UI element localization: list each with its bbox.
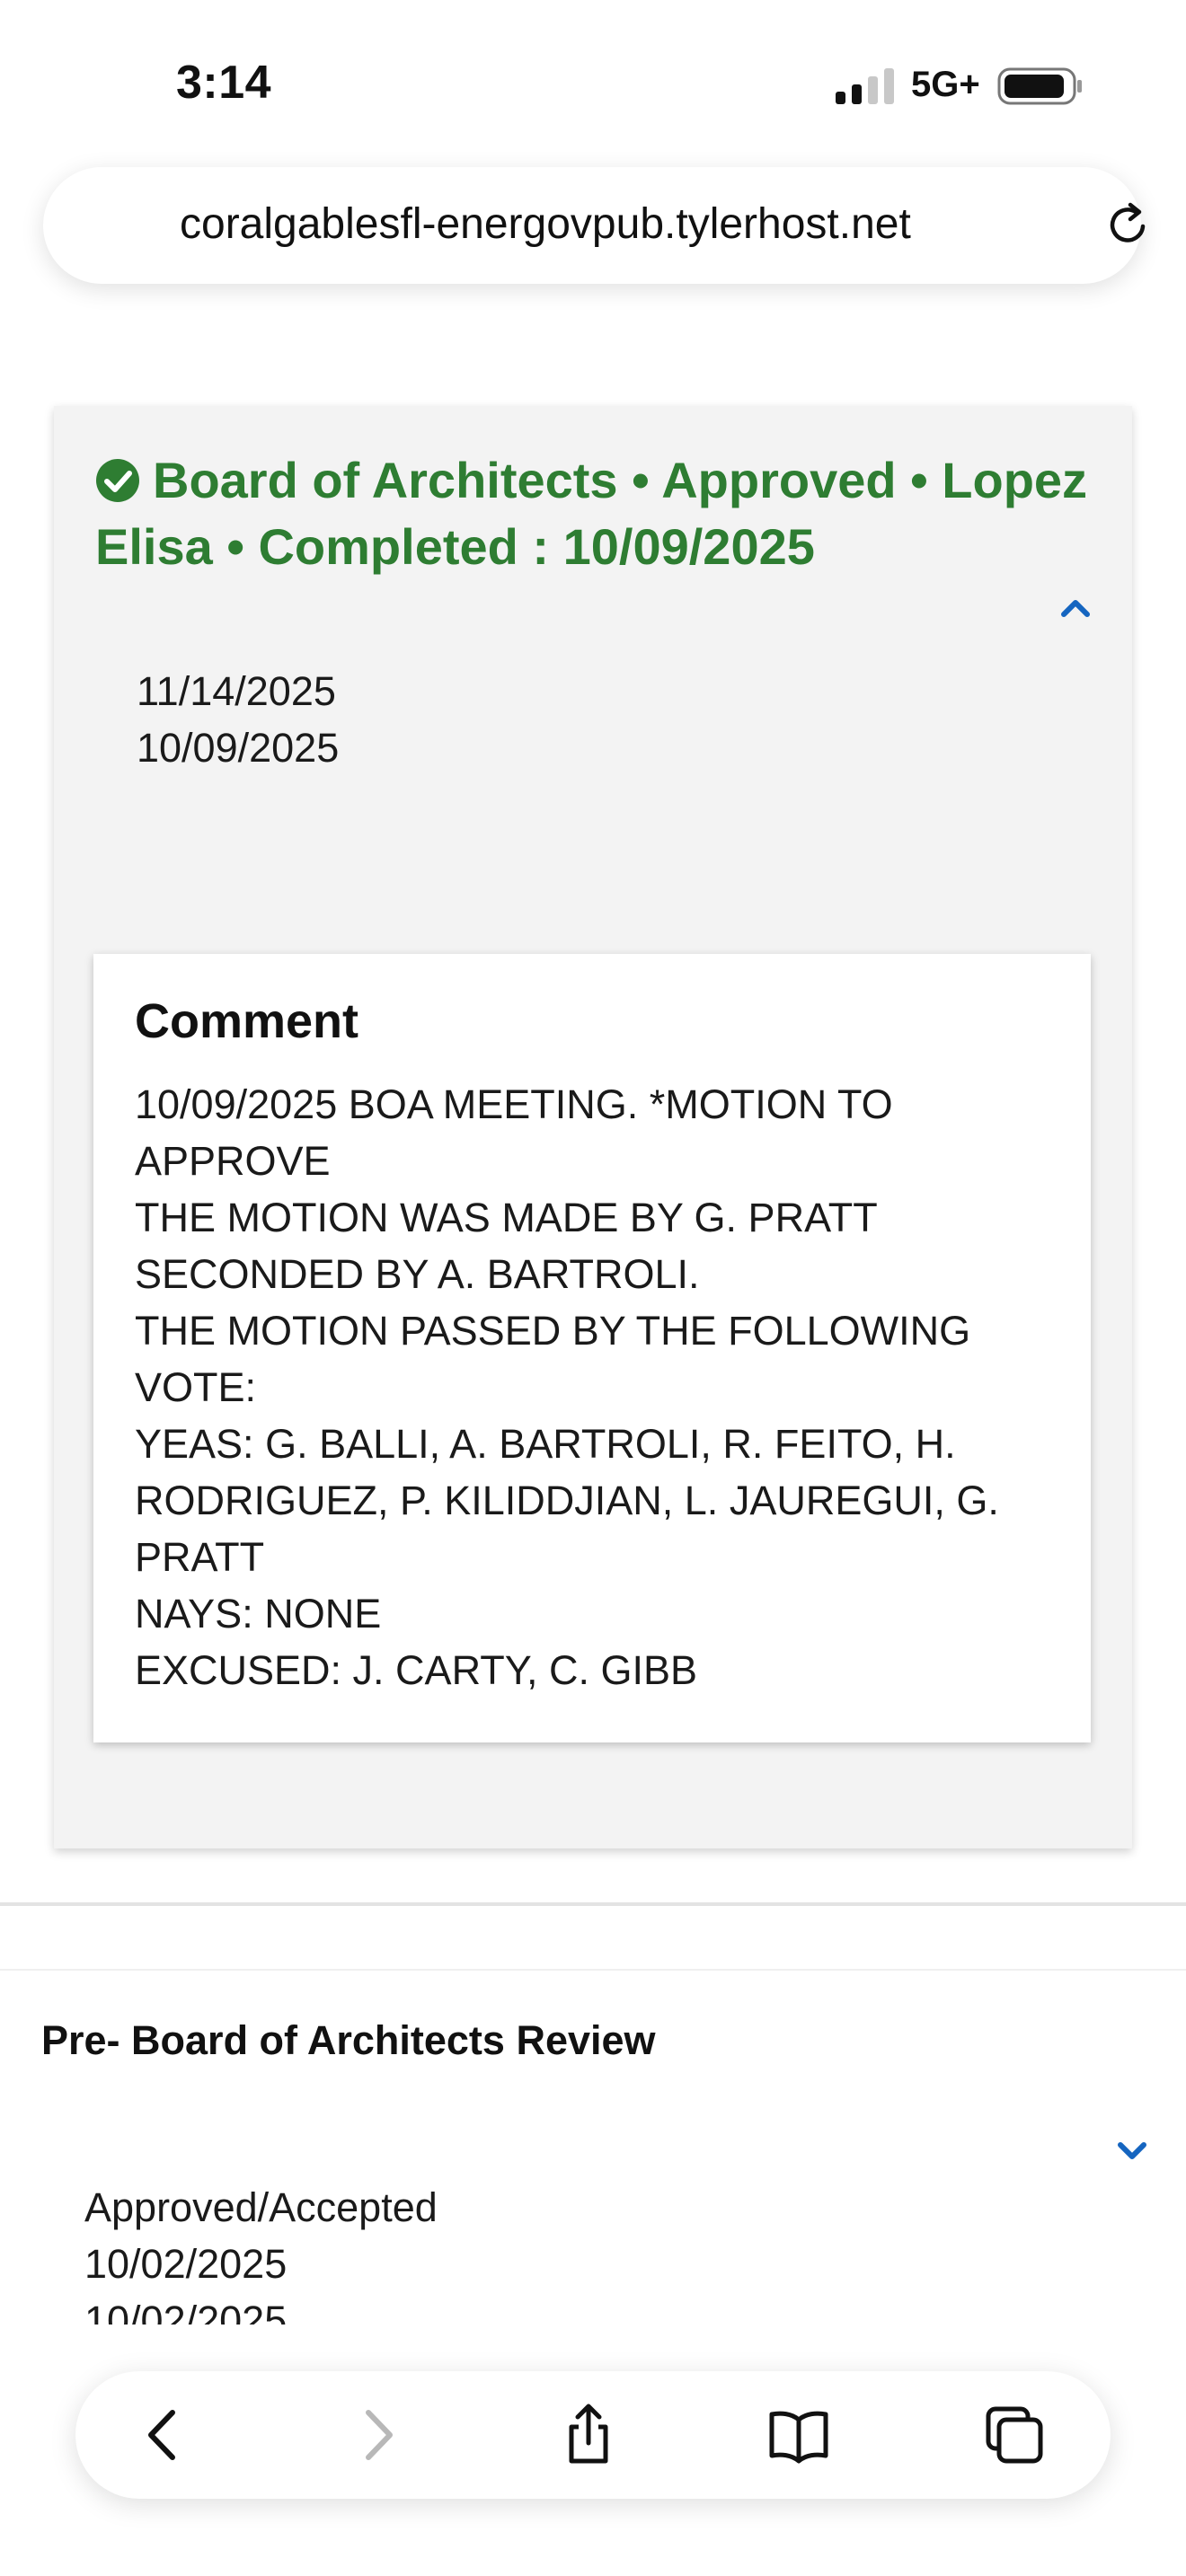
section-divider [0,1969,1186,1971]
back-icon[interactable] [133,2404,196,2466]
review-header-text: Board of Architects • Approved • Lopez E… [95,452,1088,575]
url-text[interactable]: coralgablesfl-energovpub.tylerhost.net [180,199,911,249]
review-summary-clip: Approved/Accepted 10/02/2025 10/02/2025 [0,2156,1186,2325]
review-date: 10/09/2025 [137,725,340,771]
review-date: 11/14/2025 [137,668,336,714]
review-date: 10/02/2025 [84,2298,288,2325]
battery-icon [997,67,1082,105]
chevron-up-icon[interactable] [1057,591,1094,623]
comment-line: RODRIGUEZ, P. KILIDDJIAN, L. JAUREGUI, G… [135,1478,999,1523]
tabs-icon[interactable] [983,2404,1046,2466]
cellular-signal-icon [836,68,894,104]
forward-icon[interactable] [345,2404,408,2466]
address-bar[interactable]: coralgablesfl-energovpub.tylerhost.net [43,167,1146,284]
review-date: 10/02/2025 [84,2241,288,2287]
comment-line: EXCUSED: J. CARTY, C. GIBB [135,1647,698,1693]
comment-line: THE MOTION PASSED BY THE FOLLOWING [135,1308,971,1354]
comment-line: APPROVE [135,1138,331,1184]
bookmarks-icon[interactable] [767,2404,830,2466]
network-type: 5G+ [911,65,980,104]
comment-box: Comment 10/09/2025 BOA MEETING. *MOTION … [93,954,1091,1742]
review-title[interactable]: Pre- Board of Architects Review [41,2017,656,2064]
comment-title: Comment [135,994,359,1048]
status-time: 3:14 [176,57,272,109]
browser-toolbar [75,2371,1111,2499]
status-bar: 3:14 5G+ [0,0,1186,162]
review-summary: Approved/Accepted 10/02/2025 10/02/2025 [84,2179,438,2325]
comment-text: 10/09/2025 BOA MEETING. *MOTION TO APPRO… [135,1076,1051,1698]
share-icon[interactable] [557,2404,620,2466]
comment-line: VOTE: [135,1364,257,1410]
review-header: Board of Architects • Approved • Lopez E… [95,447,1093,580]
comment-line: NAYS: NONE [135,1591,382,1636]
comment-line: SECONDED BY A. BARTROLI. [135,1251,700,1297]
page: 3:14 5G+ coralgablesfl-energovpub.tylerh… [0,0,1186,2576]
comment-line: PRATT [135,1534,265,1580]
review-status: Approved/Accepted [84,2184,438,2230]
comment-line: 10/09/2025 BOA MEETING. *MOTION TO [135,1081,893,1127]
comment-line: YEAS: G. BALLI, A. BARTROLI, R. FEITO, H… [135,1421,956,1467]
comment-line: THE MOTION WAS MADE BY G. PRATT [135,1195,878,1240]
review-card: Board of Architects • Approved • Lopez E… [54,406,1132,1848]
section-divider [0,1902,1186,1906]
check-circle-icon [96,459,139,502]
review-dates: 11/14/2025 10/09/2025 [137,663,339,776]
reload-icon[interactable] [1103,199,1154,250]
